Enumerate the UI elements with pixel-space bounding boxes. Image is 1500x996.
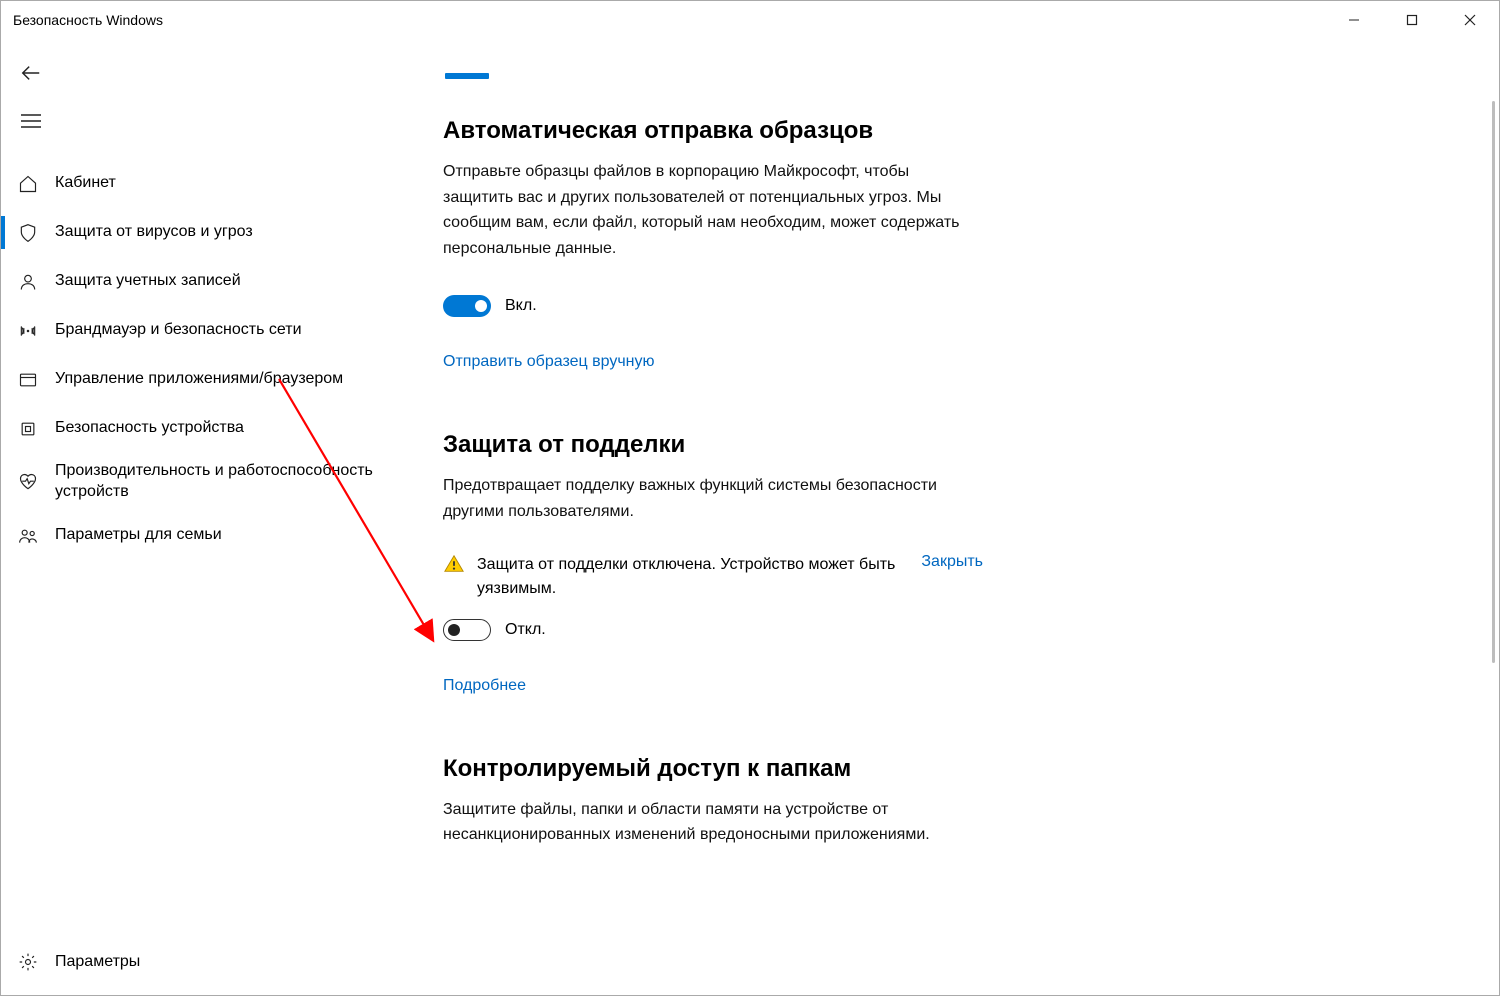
nav-item-firewall[interactable]: Брандмауэр и безопасность сети xyxy=(1,306,411,355)
section-auto-sample: Автоматическая отправка образцов Отправь… xyxy=(443,117,983,371)
auto-sample-toggle[interactable] xyxy=(443,295,491,317)
nav-label: Производительность и работоспособность у… xyxy=(43,461,383,503)
learn-more-link[interactable]: Подробнее xyxy=(443,677,526,695)
app-window: Безопасность Windows xyxy=(0,0,1500,996)
nav-label: Безопасность устройства xyxy=(43,418,244,439)
section-title: Защита от подделки xyxy=(443,431,983,459)
nav-label: Брандмауэр и безопасность сети xyxy=(43,320,302,341)
nav-item-account[interactable]: Защита учетных записей xyxy=(1,257,411,306)
section-controlled-folder-access: Контролируемый доступ к папкам Защитите … xyxy=(443,755,983,848)
titlebar: Безопасность Windows xyxy=(1,1,1499,39)
toggle-state-label: Вкл. xyxy=(505,297,537,315)
home-icon xyxy=(13,174,43,194)
main-content: Автоматическая отправка образцов Отправь… xyxy=(411,39,1499,995)
section-description: Отправьте образцы файлов в корпорацию Ма… xyxy=(443,159,983,261)
nav-label: Кабинет xyxy=(43,173,116,194)
section-title: Автоматическая отправка образцов xyxy=(443,117,983,145)
warning-text: Защита от подделки отключена. Устройство… xyxy=(477,553,907,601)
maximize-button[interactable] xyxy=(1383,1,1441,39)
tamper-protection-toggle[interactable] xyxy=(443,619,491,641)
submit-sample-manually-link[interactable]: Отправить образец вручную xyxy=(443,353,655,371)
nav-item-home[interactable]: Кабинет xyxy=(1,159,411,208)
heart-icon xyxy=(13,472,43,492)
warning-dismiss-link[interactable]: Закрыть xyxy=(921,553,983,571)
nav-item-settings[interactable]: Параметры xyxy=(1,935,411,989)
section-title: Контролируемый доступ к папкам xyxy=(443,755,983,783)
family-icon xyxy=(13,526,43,546)
nav-label: Управление приложениями/браузером xyxy=(43,369,343,390)
toggle-state-label: Откл. xyxy=(505,621,546,639)
window-controls xyxy=(1325,1,1499,39)
minimize-button[interactable] xyxy=(1325,1,1383,39)
scrollbar[interactable] xyxy=(1492,101,1495,663)
body: Кабинет Защита от вирусов и угроз Защита… xyxy=(1,39,1499,995)
nav-label: Защита от вирусов и угроз xyxy=(43,222,253,243)
shield-icon xyxy=(13,223,43,243)
nav-label: Защита учетных записей xyxy=(43,271,241,292)
nav-item-virus[interactable]: Защита от вирусов и угроз xyxy=(1,208,411,257)
nav-item-family[interactable]: Параметры для семьи xyxy=(1,511,411,560)
back-button[interactable] xyxy=(7,49,55,97)
nav-item-device[interactable]: Безопасность устройства xyxy=(1,404,411,453)
nav-label: Параметры для семьи xyxy=(43,525,222,546)
close-button[interactable] xyxy=(1441,1,1499,39)
sidebar: Кабинет Защита от вирусов и угроз Защита… xyxy=(1,39,411,995)
hamburger-button[interactable] xyxy=(7,97,55,145)
section-tamper-protection: Защита от подделки Предотвращает подделк… xyxy=(443,431,983,694)
warning-icon xyxy=(443,553,465,575)
nav-list: Кабинет Защита от вирусов и угроз Защита… xyxy=(1,159,411,935)
wifi-icon xyxy=(13,321,43,341)
warning-block: Защита от подделки отключена. Устройство… xyxy=(443,553,983,601)
toggle-row: Вкл. xyxy=(443,295,983,317)
section-description: Защитите файлы, папки и области памяти н… xyxy=(443,797,983,848)
person-icon xyxy=(13,272,43,292)
window-title: Безопасность Windows xyxy=(13,12,1325,28)
nav-item-performance[interactable]: Производительность и работоспособность у… xyxy=(1,453,411,511)
chip-icon xyxy=(13,419,43,439)
section-description: Предотвращает подделку важных функций си… xyxy=(443,473,983,524)
gear-icon xyxy=(13,952,43,972)
nav-label: Параметры xyxy=(43,952,140,973)
nav-item-appcontrol[interactable]: Управление приложениями/браузером xyxy=(1,355,411,404)
toggle-row: Откл. xyxy=(443,619,983,641)
app-icon xyxy=(13,370,43,390)
